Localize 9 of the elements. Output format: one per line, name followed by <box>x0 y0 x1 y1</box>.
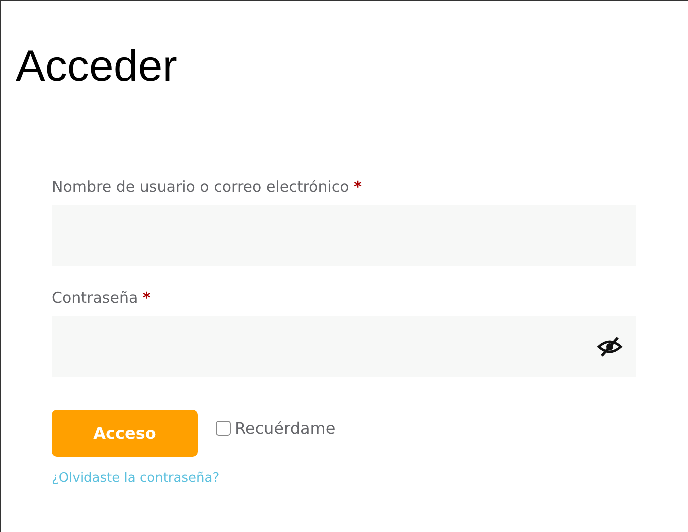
page-title: Acceder <box>15 41 178 93</box>
password-field[interactable] <box>52 316 636 377</box>
login-button[interactable]: Acceso <box>52 410 198 457</box>
hidden-eye-icon[interactable] <box>597 336 623 358</box>
checkbox[interactable] <box>216 421 231 436</box>
field-label: Contraseña * <box>52 288 152 308</box>
field-label: Nombre de usuario o correo electrónico * <box>52 177 363 197</box>
remember-label: Recuérdame <box>235 419 336 438</box>
forgot-password-link[interactable]: ¿Olvidaste la contraseña? <box>52 471 220 486</box>
